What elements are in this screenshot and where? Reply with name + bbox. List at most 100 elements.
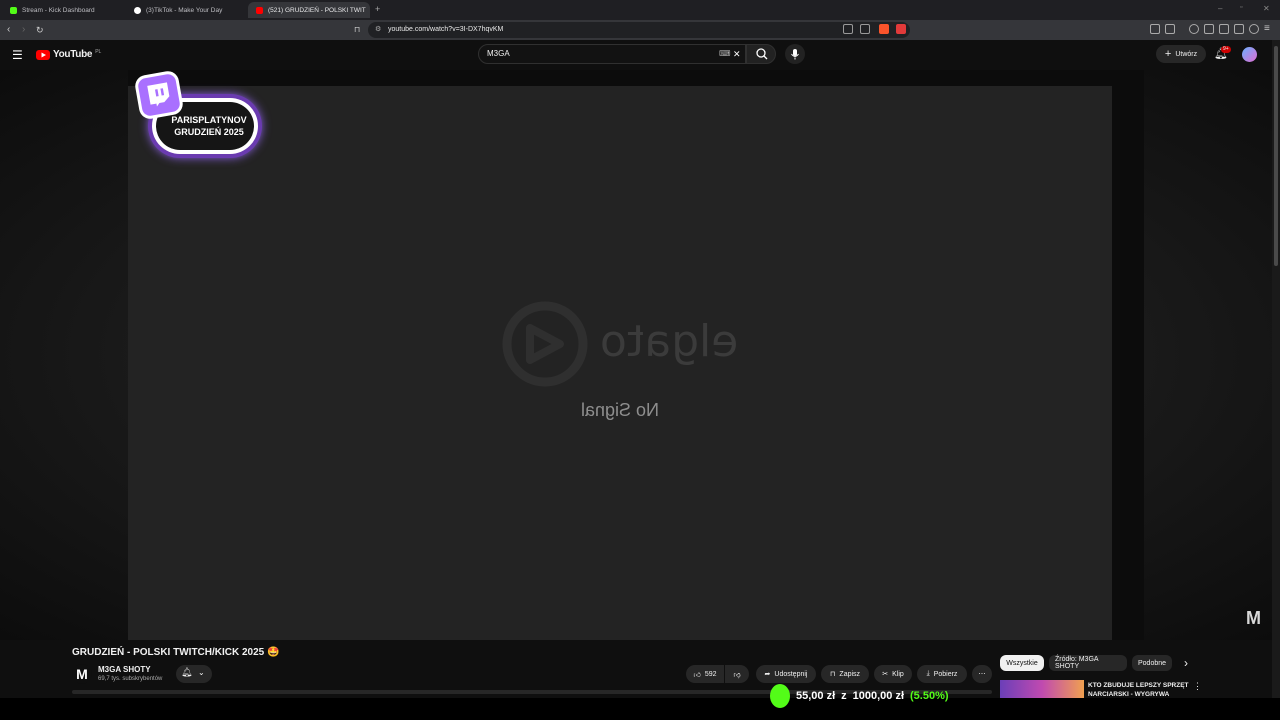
keyboard-icon[interactable]: ⌨ <box>719 45 731 63</box>
twitch-glyph-icon <box>147 82 170 107</box>
video-title: GRUDZIEŃ - POLSKI TWITCH/KICK 2025 🤩 <box>72 647 280 658</box>
subscriber-count: 69,7 tys. subskrybentów <box>98 676 163 682</box>
tab-label: Stream - Kick Dashboard <box>22 6 95 14</box>
thumbs-up-icon: 👍︎ <box>693 671 701 679</box>
maximize-icon[interactable]: ▫ <box>1240 4 1242 11</box>
vpn-icon[interactable] <box>1249 24 1259 34</box>
no-signal-text: No Signal <box>0 400 1240 421</box>
overlay-line-1: PARISPLATYNOV <box>171 115 247 125</box>
download-button[interactable]: ⤓ Pobierz <box>917 665 967 683</box>
chevron-down-icon: ⌄ <box>198 668 205 677</box>
chip-all[interactable]: Wszystkie <box>1000 655 1044 671</box>
channel-watermark[interactable]: M <box>1246 608 1261 629</box>
voice-search-button[interactable] <box>785 44 805 64</box>
search-button[interactable] <box>746 44 776 64</box>
share-label: Udostępnij <box>774 670 808 678</box>
media-icon[interactable] <box>1189 24 1199 34</box>
save-icon: ⊓ <box>829 671 836 678</box>
thumbs-down-icon: 👎︎ <box>733 671 741 679</box>
plus-icon: + <box>1164 48 1172 60</box>
notifications-badge: 9+ <box>1221 46 1231 53</box>
forward-icon[interactable]: › <box>22 24 25 36</box>
site-info-icon[interactable]: ⚙ <box>375 22 381 38</box>
no-signal-label: No Signal <box>580 400 660 420</box>
donation-overlay-bar <box>0 698 1280 720</box>
tab-tiktok[interactable]: (3)TikTok - Make Your Day <box>126 2 246 18</box>
donation-separator: z <box>841 690 847 702</box>
tab-search-icon[interactable] <box>1219 24 1229 34</box>
minimize-icon[interactable]: – <box>1218 4 1222 13</box>
chips-next-icon[interactable]: › <box>1184 656 1188 670</box>
scissors-icon: ✂ <box>882 671 889 678</box>
donation-goal: 55,00 zł z 1000,00 zł (5.50%) <box>770 684 949 708</box>
youtube-logo[interactable]: YouTube PL <box>36 49 101 60</box>
recommended-thumbnail[interactable] <box>1000 680 1084 698</box>
share-page-icon[interactable] <box>860 24 870 34</box>
recommended-more-icon[interactable]: ⋮ <box>1193 681 1202 692</box>
tab-label: (3)TikTok - Make Your Day <box>146 6 223 14</box>
create-button[interactable]: + Utwórz <box>1156 45 1206 63</box>
brave-rewards-icon[interactable] <box>896 24 906 34</box>
tab-kick-dashboard[interactable]: Stream - Kick Dashboard <box>2 2 126 18</box>
chip-source-channel[interactable]: Źródło: M3GA SHOTY <box>1049 655 1127 671</box>
clip-label: Klip <box>892 670 904 678</box>
recommended-title[interactable]: KTO ZBUDUJE LEPSZY SPRZĘT NARCIARSKI - W… <box>1088 681 1190 698</box>
bell-icon: 🔔︎ <box>181 667 193 677</box>
share-icon: ➦ <box>764 671 771 678</box>
tab-youtube-active[interactable]: (521) GRUDZIEŃ - POLSKI TWIT ✕ <box>248 2 370 18</box>
address-bar[interactable]: ⚙ youtube.com/watch?v=3I-DX7hqvKM <box>368 22 910 38</box>
search-value: M3GA <box>487 49 510 58</box>
youtube-logo-text: YouTube <box>53 49 93 60</box>
search-input[interactable]: M3GA ⌨ ✕ <box>478 44 746 64</box>
download-label: Pobierz <box>933 670 958 678</box>
hamburger-menu-icon[interactable]: ☰ <box>12 48 23 62</box>
donation-progress-indicator <box>770 684 790 708</box>
scrollbar-thumb[interactable] <box>1274 46 1278 266</box>
elgato-wordmark: elgato <box>600 316 739 367</box>
donation-goal-amount: 1000,00 zł <box>852 690 905 702</box>
sidebar-icon[interactable] <box>1204 24 1214 34</box>
kick-favicon-icon <box>10 6 17 14</box>
create-label: Utwórz <box>1175 50 1198 58</box>
menu-icon[interactable]: ≡ <box>1264 23 1270 34</box>
dislike-button[interactable]: 👎︎ <box>725 665 749 683</box>
more-actions-button[interactable]: ⋯ <box>972 665 992 683</box>
more-horizontal-icon: ⋯ <box>978 671 986 678</box>
share-button[interactable]: ➦ Udostępnij <box>756 665 816 683</box>
like-count: 592 <box>704 670 717 678</box>
microphone-icon <box>791 49 799 60</box>
url-text: youtube.com/watch?v=3I-DX7hqvKM <box>388 26 504 33</box>
download-icon: ⤓ <box>926 670 930 677</box>
twitch-logo-icon <box>136 72 182 118</box>
channel-name[interactable]: M3GA SHOTY <box>98 665 151 674</box>
overlay-line-2: GRUDZIEŃ 2025 <box>174 127 244 137</box>
youtube-play-logo-icon <box>36 49 50 60</box>
donation-percent: (5.50%) <box>910 690 949 702</box>
extensions-icon[interactable] <box>1150 24 1160 34</box>
brave-shield-icon[interactable] <box>879 24 889 34</box>
cast-icon[interactable] <box>843 24 853 34</box>
reload-icon[interactable]: ↻ <box>36 24 44 36</box>
clear-search-icon[interactable]: ✕ <box>733 45 741 63</box>
like-button[interactable]: 👍︎ 592 <box>686 665 724 683</box>
tab-label: (521) GRUDZIEŃ - POLSKI TWIT <box>268 6 366 14</box>
back-icon[interactable]: ‹ <box>7 24 10 36</box>
avatar[interactable] <box>1242 47 1257 62</box>
subscribe-notifications-button[interactable]: 🔔︎ ⌄ <box>176 665 212 683</box>
channel-avatar[interactable]: M <box>72 664 92 684</box>
region-code: PL <box>95 48 102 55</box>
tiktok-favicon-icon <box>134 6 141 14</box>
leo-ai-icon[interactable] <box>1234 24 1244 34</box>
new-tab-icon[interactable]: + <box>375 4 380 14</box>
clip-button[interactable]: ✂ Klip <box>874 665 912 683</box>
save-label: Zapisz <box>839 670 861 678</box>
search-icon <box>756 48 768 60</box>
browser-tab-bar: Stream - Kick Dashboard (3)TikTok - Make… <box>0 0 1280 20</box>
chip-related[interactable]: Podobne <box>1132 655 1172 671</box>
bookmark-icon[interactable]: ⊓ <box>354 24 360 36</box>
youtube-favicon-icon <box>256 6 263 14</box>
save-button[interactable]: ⊓ Zapisz <box>821 665 869 683</box>
wallet-icon[interactable] <box>1165 24 1175 34</box>
close-window-icon[interactable]: ✕ <box>1263 4 1270 13</box>
donation-current: 55,00 zł <box>796 690 836 702</box>
